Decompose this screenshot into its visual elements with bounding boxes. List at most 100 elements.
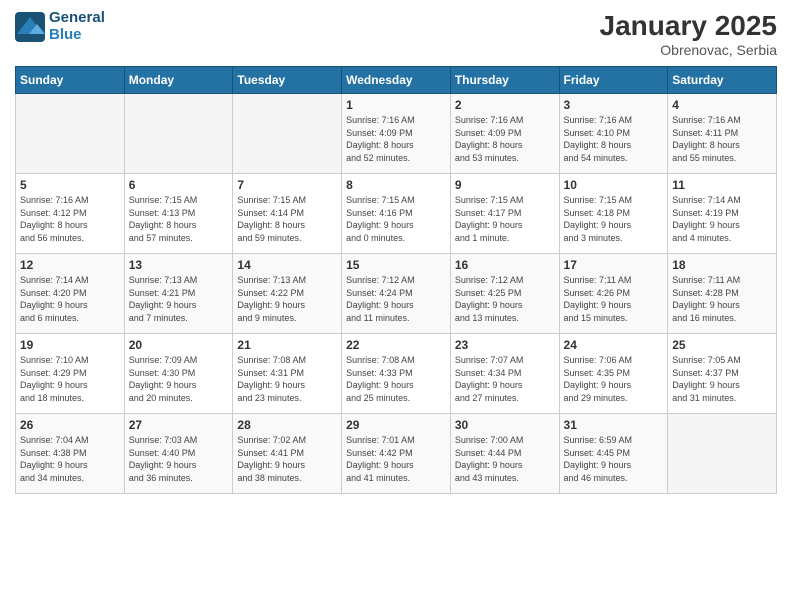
day-info: Sunrise: 7:12 AM Sunset: 4:25 PM Dayligh… xyxy=(455,274,555,324)
day-number: 23 xyxy=(455,338,555,352)
day-info: Sunrise: 7:00 AM Sunset: 4:44 PM Dayligh… xyxy=(455,434,555,484)
calendar-cell: 19Sunrise: 7:10 AM Sunset: 4:29 PM Dayli… xyxy=(16,334,125,414)
calendar-week-row: 1 Sunrise: 7:16 AM Sunset: 4:09 PM Daylig… xyxy=(16,94,777,174)
calendar-cell xyxy=(16,94,125,174)
calendar-cell xyxy=(668,414,777,494)
calendar-body: 1 Sunrise: 7:16 AM Sunset: 4:09 PM Daylig… xyxy=(16,94,777,494)
day-info: Sunrise: 7:06 AM Sunset: 4:35 PM Dayligh… xyxy=(564,354,664,404)
day-info: Sunrise: 7:16 AM Sunset: 4:11 PM Dayligh… xyxy=(672,114,772,164)
day-number: 24 xyxy=(564,338,664,352)
calendar-table: SundayMondayTuesdayWednesdayThursdayFrid… xyxy=(15,66,777,494)
day-number: 1 xyxy=(346,98,446,112)
calendar-cell: 18Sunrise: 7:11 AM Sunset: 4:28 PM Dayli… xyxy=(668,254,777,334)
day-number: 26 xyxy=(20,418,120,432)
weekday-header: Monday xyxy=(124,67,233,94)
day-info: Sunrise: 7:02 AM Sunset: 4:41 PM Dayligh… xyxy=(237,434,337,484)
day-number: 5 xyxy=(20,178,120,192)
day-info: Sunrise: 7:05 AM Sunset: 4:37 PM Dayligh… xyxy=(672,354,772,404)
calendar-week-row: 12Sunrise: 7:14 AM Sunset: 4:20 PM Dayli… xyxy=(16,254,777,334)
calendar-cell: 15 Sunrise: 7:12 AM Sunset: 4:24 PM Dayli… xyxy=(342,254,451,334)
calendar-cell: 14 Sunrise: 7:13 AM Sunset: 4:22 PM Dayli… xyxy=(233,254,342,334)
calendar-cell: 5 Sunrise: 7:16 AM Sunset: 4:12 PM Daylig… xyxy=(16,174,125,254)
day-number: 3 xyxy=(564,98,664,112)
calendar-cell: 23 Sunrise: 7:07 AM Sunset: 4:34 PM Dayli… xyxy=(450,334,559,414)
day-number: 10 xyxy=(564,178,664,192)
weekday-header: Friday xyxy=(559,67,668,94)
calendar-cell: 3 Sunrise: 7:16 AM Sunset: 4:10 PM Daylig… xyxy=(559,94,668,174)
day-number: 7 xyxy=(237,178,337,192)
calendar-cell: 25 Sunrise: 7:05 AM Sunset: 4:37 PM Dayli… xyxy=(668,334,777,414)
calendar-header: SundayMondayTuesdayWednesdayThursdayFrid… xyxy=(16,67,777,94)
day-info: Sunrise: 6:59 AM Sunset: 4:45 PM Dayligh… xyxy=(564,434,664,484)
calendar-cell: 30Sunrise: 7:00 AM Sunset: 4:44 PM Dayli… xyxy=(450,414,559,494)
calendar-cell: 12Sunrise: 7:14 AM Sunset: 4:20 PM Dayli… xyxy=(16,254,125,334)
weekday-header: Sunday xyxy=(16,67,125,94)
day-info: Sunrise: 7:12 AM Sunset: 4:24 PM Dayligh… xyxy=(346,274,446,324)
day-number: 15 xyxy=(346,258,446,272)
day-number: 13 xyxy=(129,258,229,272)
calendar-cell: 17 Sunrise: 7:11 AM Sunset: 4:26 PM Dayli… xyxy=(559,254,668,334)
day-info: Sunrise: 7:16 AM Sunset: 4:09 PM Dayligh… xyxy=(346,114,446,164)
day-number: 6 xyxy=(129,178,229,192)
day-info: Sunrise: 7:15 AM Sunset: 4:17 PM Dayligh… xyxy=(455,194,555,244)
day-info: Sunrise: 7:15 AM Sunset: 4:16 PM Dayligh… xyxy=(346,194,446,244)
calendar-cell: 26 Sunrise: 7:04 AM Sunset: 4:38 PM Dayli… xyxy=(16,414,125,494)
calendar-cell: 28Sunrise: 7:02 AM Sunset: 4:41 PM Dayli… xyxy=(233,414,342,494)
logo: General Blue xyxy=(15,10,105,43)
month-title: January 2025 xyxy=(600,10,777,42)
day-number: 29 xyxy=(346,418,446,432)
day-number: 14 xyxy=(237,258,337,272)
calendar-cell: 10 Sunrise: 7:15 AM Sunset: 4:18 PM Dayli… xyxy=(559,174,668,254)
weekday-header: Tuesday xyxy=(233,67,342,94)
calendar-week-row: 5 Sunrise: 7:16 AM Sunset: 4:12 PM Daylig… xyxy=(16,174,777,254)
day-number: 9 xyxy=(455,178,555,192)
calendar-cell: 9 Sunrise: 7:15 AM Sunset: 4:17 PM Daylig… xyxy=(450,174,559,254)
calendar-page: General Blue January 2025 Obrenovac, Ser… xyxy=(0,0,792,504)
day-number: 20 xyxy=(129,338,229,352)
day-number: 19 xyxy=(20,338,120,352)
day-number: 16 xyxy=(455,258,555,272)
calendar-cell: 20 Sunrise: 7:09 AM Sunset: 4:30 PM Dayli… xyxy=(124,334,233,414)
day-number: 25 xyxy=(672,338,772,352)
calendar-cell: 8Sunrise: 7:15 AM Sunset: 4:16 PM Daylig… xyxy=(342,174,451,254)
day-number: 11 xyxy=(672,178,772,192)
day-number: 31 xyxy=(564,418,664,432)
day-number: 18 xyxy=(672,258,772,272)
calendar-cell xyxy=(233,94,342,174)
calendar-cell xyxy=(124,94,233,174)
calendar-week-row: 26 Sunrise: 7:04 AM Sunset: 4:38 PM Dayli… xyxy=(16,414,777,494)
title-area: January 2025 Obrenovac, Serbia xyxy=(600,10,777,58)
day-info: Sunrise: 7:13 AM Sunset: 4:21 PM Dayligh… xyxy=(129,274,229,324)
calendar-cell: 24 Sunrise: 7:06 AM Sunset: 4:35 PM Dayli… xyxy=(559,334,668,414)
day-number: 22 xyxy=(346,338,446,352)
day-info: Sunrise: 7:16 AM Sunset: 4:12 PM Dayligh… xyxy=(20,194,120,244)
calendar-cell: 11Sunrise: 7:14 AM Sunset: 4:19 PM Dayli… xyxy=(668,174,777,254)
day-info: Sunrise: 7:15 AM Sunset: 4:18 PM Dayligh… xyxy=(564,194,664,244)
day-info: Sunrise: 7:15 AM Sunset: 4:14 PM Dayligh… xyxy=(237,194,337,244)
calendar-week-row: 19Sunrise: 7:10 AM Sunset: 4:29 PM Dayli… xyxy=(16,334,777,414)
calendar-cell: 27Sunrise: 7:03 AM Sunset: 4:40 PM Dayli… xyxy=(124,414,233,494)
calendar-cell: 16 Sunrise: 7:12 AM Sunset: 4:25 PM Dayli… xyxy=(450,254,559,334)
day-info: Sunrise: 7:04 AM Sunset: 4:38 PM Dayligh… xyxy=(20,434,120,484)
day-info: Sunrise: 7:07 AM Sunset: 4:34 PM Dayligh… xyxy=(455,354,555,404)
day-info: Sunrise: 7:16 AM Sunset: 4:10 PM Dayligh… xyxy=(564,114,664,164)
day-info: Sunrise: 7:11 AM Sunset: 4:26 PM Dayligh… xyxy=(564,274,664,324)
calendar-cell: 22 Sunrise: 7:08 AM Sunset: 4:33 PM Dayli… xyxy=(342,334,451,414)
day-info: Sunrise: 7:09 AM Sunset: 4:30 PM Dayligh… xyxy=(129,354,229,404)
header: General Blue January 2025 Obrenovac, Ser… xyxy=(15,10,777,58)
day-info: Sunrise: 7:13 AM Sunset: 4:22 PM Dayligh… xyxy=(237,274,337,324)
calendar-cell: 4Sunrise: 7:16 AM Sunset: 4:11 PM Daylig… xyxy=(668,94,777,174)
location: Obrenovac, Serbia xyxy=(600,42,777,58)
calendar-cell: 13 Sunrise: 7:13 AM Sunset: 4:21 PM Dayli… xyxy=(124,254,233,334)
calendar-cell: 6 Sunrise: 7:15 AM Sunset: 4:13 PM Daylig… xyxy=(124,174,233,254)
day-number: 2 xyxy=(455,98,555,112)
calendar-cell: 7 Sunrise: 7:15 AM Sunset: 4:14 PM Daylig… xyxy=(233,174,342,254)
day-info: Sunrise: 7:08 AM Sunset: 4:33 PM Dayligh… xyxy=(346,354,446,404)
logo-icon xyxy=(15,12,45,42)
day-number: 17 xyxy=(564,258,664,272)
calendar-cell: 21 Sunrise: 7:08 AM Sunset: 4:31 PM Dayli… xyxy=(233,334,342,414)
day-info: Sunrise: 7:01 AM Sunset: 4:42 PM Dayligh… xyxy=(346,434,446,484)
day-info: Sunrise: 7:08 AM Sunset: 4:31 PM Dayligh… xyxy=(237,354,337,404)
day-number: 21 xyxy=(237,338,337,352)
day-info: Sunrise: 7:15 AM Sunset: 4:13 PM Dayligh… xyxy=(129,194,229,244)
